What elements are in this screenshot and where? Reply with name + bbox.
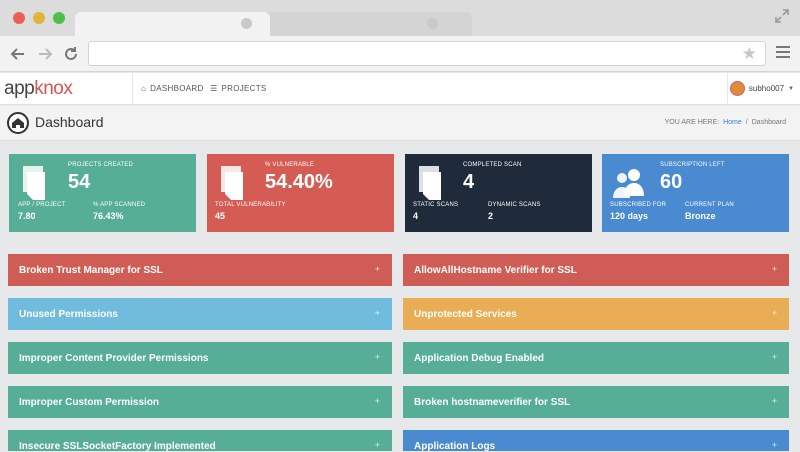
issue-row[interactable]: Improper Custom Permission +	[8, 386, 392, 418]
card-value: 4	[463, 171, 475, 193]
back-arrow-icon[interactable]	[8, 44, 28, 64]
issue-row[interactable]: Broken Trust Manager for SSL +	[8, 254, 392, 286]
card-scans: COMPLETED SCAN 4 STATIC SCANS 4 DYNAMIC …	[405, 154, 592, 232]
card-title: COMPLETED SCAN	[463, 162, 522, 168]
card-sub-value: Bronze	[685, 211, 716, 221]
card-sub-label: DYNAMIC SCANS	[488, 202, 541, 208]
issue-row[interactable]: Application Debug Enabled +	[403, 342, 789, 374]
card-sub-label: % APP SCANNED	[93, 202, 146, 208]
expand-plus-icon[interactable]: +	[375, 264, 380, 274]
browser-toolbar: ★	[0, 36, 800, 72]
issue-label: Broken hostnameverifier for SSL	[414, 397, 571, 408]
expand-plus-icon[interactable]: +	[772, 264, 777, 274]
list-icon: ☰	[210, 84, 218, 93]
card-sub-label: STATIC SCANS	[413, 202, 459, 208]
issue-label: Unprotected Services	[414, 309, 517, 320]
document-icon	[23, 166, 45, 200]
issue-row[interactable]: Unused Permissions +	[8, 298, 392, 330]
card-sub-label: CURRENT PLAN	[685, 202, 734, 208]
address-bar[interactable]: ★	[88, 41, 766, 66]
maximize-window-button[interactable]	[53, 12, 65, 24]
card-sub-value: 120 days	[610, 211, 649, 221]
card-sub-value: 2	[488, 211, 494, 221]
card-sub-value: 7.80	[18, 211, 36, 221]
page-title: Dashboard	[35, 114, 104, 130]
appknox-logo[interactable]: appknox	[4, 78, 73, 100]
home-circle-icon	[7, 112, 29, 134]
card-sub-label: TOTAL VULNERABILITY	[215, 202, 286, 208]
home-icon: ⌂	[141, 84, 147, 93]
card-sub-label: SUBSCRIBED FOR	[610, 202, 667, 208]
issue-label: Unused Permissions	[19, 309, 118, 320]
card-projects: PROJECTS CREATED 54 APP / PROJECT 7.80 %…	[9, 154, 196, 232]
minimize-window-button[interactable]	[33, 12, 45, 24]
users-icon	[613, 169, 644, 198]
expand-plus-icon[interactable]: +	[772, 440, 777, 450]
document-icon	[221, 166, 243, 200]
nav-divider	[132, 73, 133, 105]
card-value: 54.40%	[265, 171, 333, 193]
issue-row[interactable]: Improper Content Provider Permissions +	[8, 342, 392, 374]
issue-label: Broken Trust Manager for SSL	[19, 265, 163, 276]
forward-arrow-icon[interactable]	[35, 44, 55, 64]
browser-tab-strip	[0, 0, 800, 36]
issue-label: Insecure SSLSocketFactory Implemented	[19, 441, 216, 452]
nav-projects-label: PROJECTS	[221, 84, 267, 93]
browser-tab-inactive[interactable]	[262, 12, 472, 36]
card-sub-value: 45	[215, 211, 226, 221]
nav-divider	[727, 73, 728, 105]
issue-label: AllowAllHostname Verifier for SSL	[414, 265, 577, 276]
card-subscription: SUBSCRIPTION LEFT 60 SUBSCRIBED FOR 120 …	[602, 154, 789, 232]
card-value: 60	[660, 171, 683, 193]
issue-row[interactable]: Unprotected Services +	[403, 298, 789, 330]
username: subho007	[748, 84, 785, 93]
card-value: 54	[68, 171, 91, 193]
card-title: % VULNERABLE	[265, 162, 315, 168]
bookmark-star-icon[interactable]: ★	[742, 44, 757, 64]
breadcrumb-separator: /	[745, 119, 748, 126]
expand-plus-icon[interactable]: +	[375, 352, 380, 362]
card-title: SUBSCRIPTION LEFT	[660, 162, 725, 168]
card-sub-value: 76.43%	[93, 211, 124, 221]
app-header: appknox ⌂ DASHBOARD ☰ PROJECTS subho007 …	[0, 73, 800, 105]
issue-row[interactable]: AllowAllHostname Verifier for SSL +	[403, 254, 789, 286]
issue-row[interactable]: Insecure SSLSocketFactory Implemented +	[8, 430, 392, 452]
issue-label: Application Debug Enabled	[414, 353, 545, 364]
fullscreen-icon[interactable]	[774, 8, 790, 24]
card-sub-label: APP / PROJECT	[18, 202, 66, 208]
tab-close-icon[interactable]	[241, 18, 252, 29]
breadcrumb-home-link[interactable]: Home	[723, 119, 742, 126]
reload-icon[interactable]	[61, 44, 81, 64]
issue-label: Application Logs	[414, 441, 496, 452]
nav-dashboard[interactable]: ⌂ DASHBOARD	[141, 84, 204, 93]
expand-plus-icon[interactable]: +	[772, 396, 777, 406]
issue-label: Improper Custom Permission	[19, 397, 160, 408]
card-sub-value: 4	[413, 211, 419, 221]
expand-plus-icon[interactable]: +	[772, 352, 777, 362]
expand-plus-icon[interactable]: +	[375, 440, 380, 450]
card-title: PROJECTS CREATED	[68, 162, 134, 168]
expand-plus-icon[interactable]: +	[375, 396, 380, 406]
page-title-bar: Dashboard YOU ARE HERE: Home / Dashboard	[0, 106, 800, 141]
issue-row[interactable]: Broken hostnameverifier for SSL +	[403, 386, 789, 418]
nav-dashboard-label: DASHBOARD	[150, 84, 204, 93]
card-vulnerable: % VULNERABLE 54.40% TOTAL VULNERABILITY …	[207, 154, 394, 232]
avatar	[729, 81, 745, 96]
document-icon	[419, 166, 441, 200]
breadcrumb-prefix: YOU ARE HERE:	[664, 119, 720, 126]
nav-projects[interactable]: ☰ PROJECTS	[210, 84, 267, 93]
tab-close-icon[interactable]	[427, 18, 438, 29]
browser-menu-icon[interactable]	[776, 46, 790, 60]
issue-row[interactable]: Application Logs +	[403, 430, 789, 452]
user-menu[interactable]: subho007 ▼	[729, 81, 794, 96]
expand-plus-icon[interactable]: +	[772, 308, 777, 318]
expand-plus-icon[interactable]: +	[375, 308, 380, 318]
caret-down-icon: ▼	[788, 85, 794, 92]
close-window-button[interactable]	[13, 12, 25, 24]
breadcrumb: YOU ARE HERE: Home / Dashboard	[665, 119, 786, 126]
issue-label: Improper Content Provider Permissions	[19, 353, 209, 364]
browser-tab-active[interactable]	[75, 12, 270, 36]
breadcrumb-current: Dashboard	[751, 119, 786, 126]
